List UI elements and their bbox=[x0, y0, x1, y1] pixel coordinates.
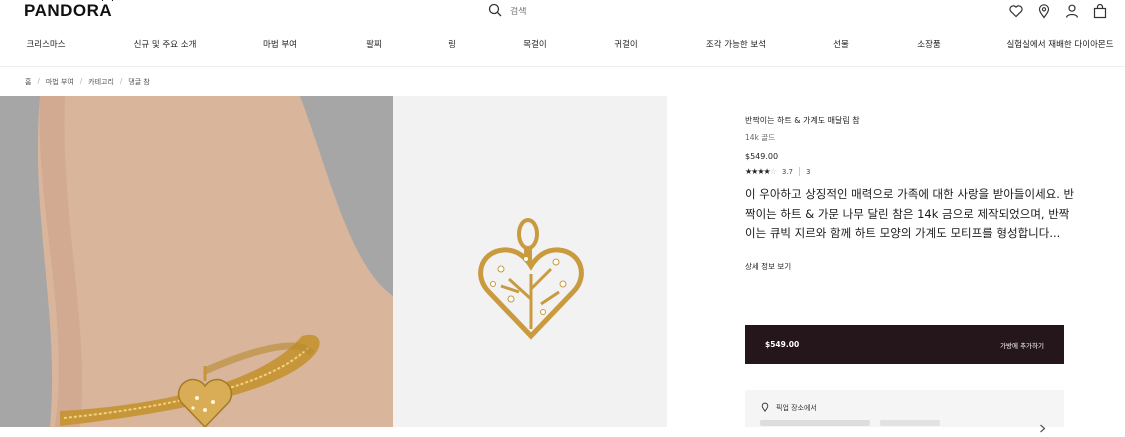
nav-item-collections[interactable]: 소장품 bbox=[917, 38, 940, 50]
product-title: 반짝이는 하트 & 가계도 매달림 참 bbox=[745, 116, 860, 125]
cart-button-label: 가방에 추가하기 bbox=[1000, 341, 1044, 350]
add-to-bag-button[interactable]: $549.00 가방에 추가하기 bbox=[745, 325, 1064, 364]
search-bar[interactable] bbox=[488, 2, 630, 21]
logo-crown-mark bbox=[102, 0, 113, 1]
star-empty-icon: ☆ bbox=[769, 167, 777, 176]
breadcrumb-current: 댕글 참 bbox=[128, 78, 150, 86]
rating-divider bbox=[799, 167, 800, 176]
product-price: $549.00 bbox=[745, 152, 779, 161]
breadcrumb-separator: / bbox=[37, 77, 40, 85]
search-icon[interactable] bbox=[488, 2, 502, 21]
wrist-photo-illustration bbox=[0, 96, 393, 427]
nav-item-engravable[interactable]: 조각 가능한 보석 bbox=[706, 38, 766, 50]
product-photo-on-wrist[interactable] bbox=[0, 96, 393, 427]
store-pickup-title: 픽업 장소에서 bbox=[776, 404, 817, 412]
product-description: 이 우아하고 상징적인 매력으로 가족에 대한 사랑을 받아들이세요. 반짝이는… bbox=[745, 187, 1075, 240]
breadcrumb-separator: / bbox=[119, 77, 123, 85]
store-pickup-heading: 픽업 장소에서 bbox=[760, 402, 817, 414]
nav-item-lab-diamonds[interactable]: 실험실에서 재배한 다이아몬드 bbox=[1006, 38, 1113, 50]
site-header: PANDORA 크리스마스 신규 및 주요 소개 마법 부여 팔찌 링 목걸이 … bbox=[0, 0, 1125, 67]
nav-item-charms[interactable]: 마법 부여 bbox=[263, 38, 297, 50]
main-navigation: 크리스마스 신규 및 주요 소개 마법 부여 팔찌 링 목걸이 귀걸이 조각 가… bbox=[0, 38, 1125, 54]
cart-button-price: $549.00 bbox=[765, 340, 800, 349]
logo-text: PANDORA bbox=[24, 1, 113, 20]
breadcrumb-home[interactable]: 홈 bbox=[25, 77, 31, 87]
breadcrumb-charms[interactable]: 마법 부여 bbox=[46, 77, 74, 87]
review-count[interactable]: 3 bbox=[806, 168, 810, 176]
nav-item-christmas[interactable]: 크리스마스 bbox=[26, 38, 65, 50]
chevron-right-icon[interactable] bbox=[1039, 418, 1046, 437]
product-photo-charm[interactable] bbox=[393, 96, 667, 427]
view-details-link[interactable]: 상세 정보 보기 bbox=[745, 261, 791, 272]
breadcrumb: 홈 / 마법 부여 / 카테고리 / 댕글 참 bbox=[25, 77, 150, 87]
nav-item-new-featured[interactable]: 신규 및 주요 소개 bbox=[134, 38, 197, 50]
nav-item-gifts[interactable]: 선물 bbox=[833, 38, 849, 50]
product-rating[interactable]: ★★★★☆ 3.7 3 bbox=[745, 167, 1075, 176]
header-icons bbox=[1008, 3, 1108, 19]
rating-stars: ★★★★☆ bbox=[745, 167, 777, 176]
heart-icon[interactable] bbox=[1008, 3, 1024, 19]
store-pickup-panel[interactable]: 픽업 장소에서 bbox=[745, 390, 1064, 433]
nav-item-rings[interactable]: 링 bbox=[448, 38, 456, 50]
location-pin-icon[interactable] bbox=[1036, 3, 1052, 19]
nav-item-earrings[interactable]: 귀걸이 bbox=[614, 38, 637, 50]
pandora-logo[interactable]: PANDORA bbox=[24, 0, 113, 21]
product-material: 14k 골드 bbox=[745, 133, 776, 142]
shopping-bag-icon[interactable] bbox=[1092, 3, 1108, 19]
nav-item-bracelets[interactable]: 팔찌 bbox=[366, 38, 382, 50]
account-icon[interactable] bbox=[1064, 3, 1080, 19]
nav-item-necklaces[interactable]: 목걸이 bbox=[523, 38, 546, 50]
product-info: 반짝이는 하트 & 가계도 매달림 참 14k 골드 $549.00 ★★★★☆… bbox=[745, 115, 1075, 273]
breadcrumb-separator: / bbox=[79, 77, 83, 85]
rating-value: 3.7 bbox=[781, 167, 793, 176]
location-pin-icon bbox=[760, 402, 770, 414]
store-pickup-detail-secondary bbox=[880, 420, 940, 426]
store-pickup-detail bbox=[760, 420, 870, 426]
charm-illustration bbox=[393, 96, 667, 427]
search-input[interactable] bbox=[510, 6, 630, 17]
breadcrumb-category[interactable]: 카테고리 bbox=[88, 77, 114, 87]
